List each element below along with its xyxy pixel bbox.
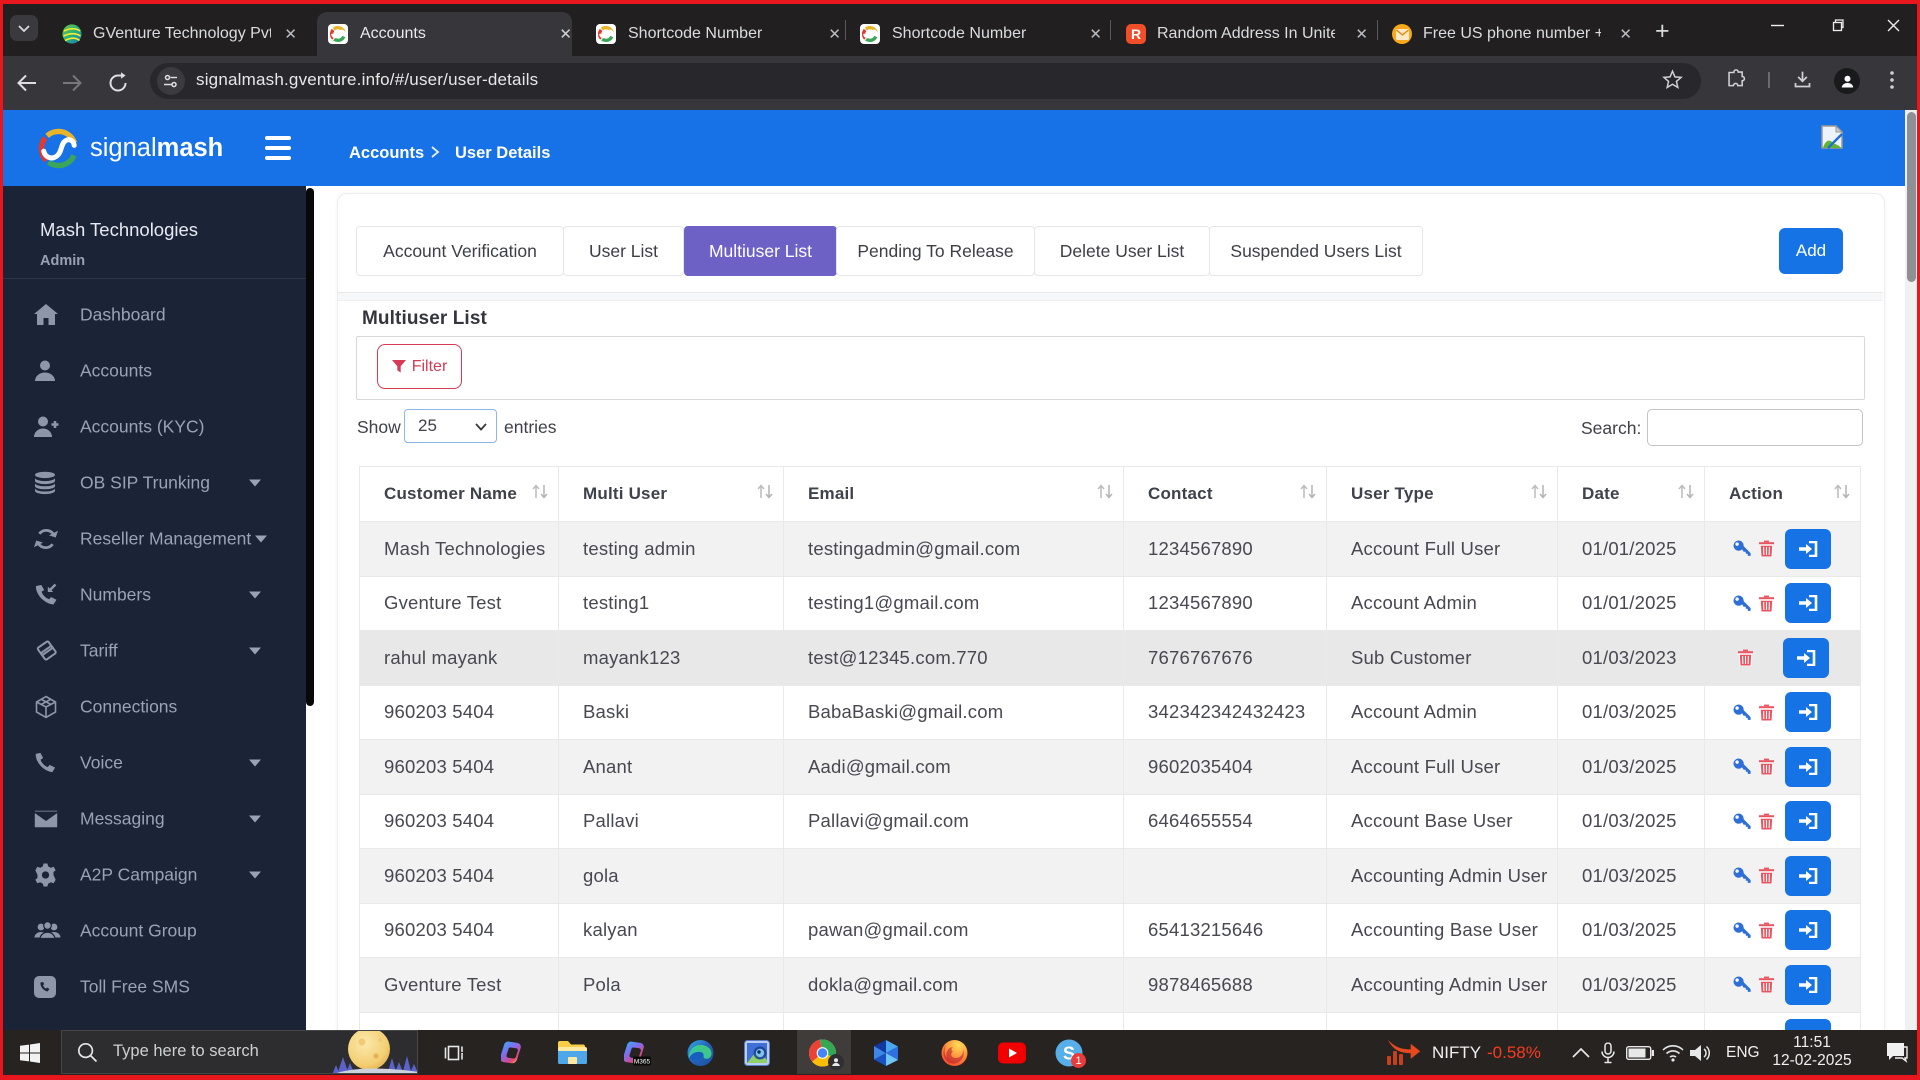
- svg-text:M365: M365: [634, 1058, 651, 1065]
